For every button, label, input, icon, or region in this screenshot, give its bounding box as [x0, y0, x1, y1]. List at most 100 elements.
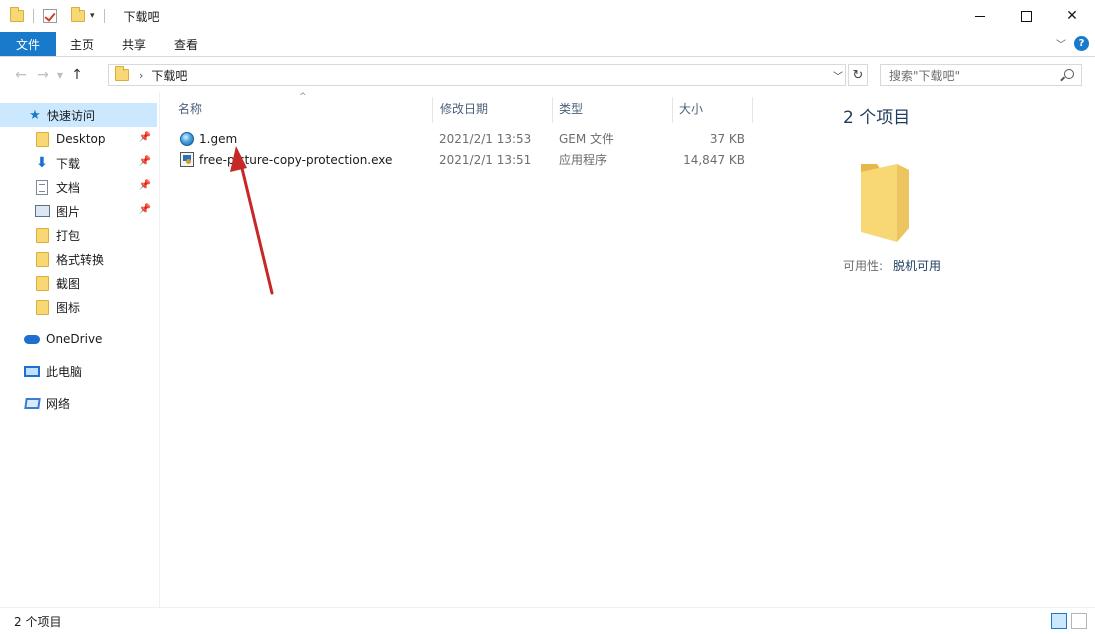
tab-share[interactable]: 共享	[108, 32, 160, 56]
sidebar-item-label: 快速访问	[47, 108, 96, 123]
sidebar-item-label: OneDrive	[46, 332, 103, 346]
sidebar-item-label: 网络	[46, 396, 71, 411]
picture-icon	[34, 203, 50, 219]
toolbar-divider	[33, 9, 34, 23]
sidebar-item-pictures[interactable]: 图片 📌	[0, 199, 157, 223]
navigation-bar: ← → ▼ ↑ › 下载吧 ﹀ ↻ 搜索"下载吧"	[0, 58, 1095, 92]
tab-home[interactable]: 主页	[56, 32, 108, 56]
sidebar-item-desktop[interactable]: Desktop 📌	[0, 127, 157, 151]
file-size: 14,847 KB	[683, 152, 745, 167]
file-type: 应用程序	[559, 153, 608, 167]
cloud-icon	[24, 331, 40, 347]
sidebar-item-label: 图片	[56, 204, 81, 219]
up-arrow-icon[interactable]: ↑	[66, 64, 88, 86]
pin-icon[interactable]: 📌	[139, 204, 151, 215]
quick-access-toolbar: ▾	[0, 0, 114, 32]
address-history-chevron-icon[interactable]: ﹀	[833, 68, 843, 83]
sidebar-item-label: 打包	[56, 228, 81, 243]
sidebar-item-label: 截图	[56, 276, 81, 291]
back-arrow-icon[interactable]: ←	[10, 64, 32, 86]
sidebar-item-label: 格式转换	[56, 252, 105, 267]
folder-icon	[34, 275, 50, 291]
sidebar-item-onedrive[interactable]: OneDrive	[0, 327, 157, 351]
sidebar-item-label: 下载	[56, 156, 81, 171]
expand-ribbon-chevron-icon[interactable]: ﹀	[1056, 36, 1066, 51]
details-view-icon[interactable]	[1051, 613, 1067, 629]
sidebar-item-label: 文档	[56, 180, 81, 195]
file-row[interactable]: 1.gem 2021/2/1 13:53 GEM 文件 37 KB	[160, 128, 770, 149]
column-resize-handle[interactable]	[752, 97, 753, 123]
document-icon	[34, 179, 50, 195]
properties-check-icon[interactable]	[43, 9, 57, 23]
column-header-size[interactable]: 大小	[661, 92, 741, 124]
forward-arrow-icon[interactable]: →	[32, 64, 54, 86]
file-modified: 2021/2/1 13:53	[439, 131, 532, 146]
exe-file-icon	[180, 149, 194, 170]
minimize-button[interactable]	[957, 0, 1003, 32]
pin-icon[interactable]: 📌	[139, 156, 151, 167]
star-icon: ★	[29, 107, 41, 123]
window-controls: ✕	[957, 0, 1095, 32]
navigation-pane: ★ 快速访问 Desktop 📌 ⬇ 下载 📌 文档 📌 图片 📌 打包 格式转…	[0, 92, 160, 607]
window-title: 下载吧	[123, 9, 160, 24]
sidebar-item-screenshots[interactable]: 截图	[0, 271, 157, 295]
file-name[interactable]: free-picture-copy-protection.exe	[199, 149, 392, 170]
sidebar-item-downloads[interactable]: ⬇ 下载 📌	[0, 151, 157, 175]
refresh-button[interactable]: ↻	[848, 64, 868, 86]
customize-toolbar-chevron-icon[interactable]: ▾	[90, 11, 95, 21]
view-toggle	[1051, 613, 1087, 629]
sidebar-item-icons[interactable]: 图标	[0, 295, 157, 319]
availability-value: 脱机可用	[893, 259, 942, 273]
large-folder-icon	[861, 164, 909, 242]
breadcrumb-current[interactable]: 下载吧	[151, 67, 187, 84]
ribbon-right-controls: ﹀ ?	[1056, 36, 1089, 51]
tab-view[interactable]: 查看	[160, 32, 212, 56]
column-header-type[interactable]: 类型	[541, 92, 661, 124]
file-modified: 2021/2/1 13:51	[439, 152, 532, 167]
sidebar-item-pack[interactable]: 打包	[0, 223, 157, 247]
folder-icon	[34, 131, 50, 147]
sidebar-item-label: Desktop	[56, 132, 106, 146]
file-row[interactable]: free-picture-copy-protection.exe 2021/2/…	[160, 149, 770, 170]
ribbon-tabs: 文件 主页 共享 查看 ﹀ ?	[0, 32, 1095, 57]
close-button[interactable]: ✕	[1049, 0, 1095, 32]
column-header-name[interactable]: 名称	[160, 92, 432, 124]
gem-file-icon	[180, 128, 194, 149]
download-arrow-icon: ⬇	[36, 155, 48, 171]
pin-icon[interactable]: 📌	[139, 180, 151, 191]
file-size: 37 KB	[709, 131, 745, 146]
status-bar: 2 个项目	[0, 607, 1095, 634]
computer-icon	[24, 363, 40, 379]
maximize-button[interactable]	[1003, 0, 1049, 32]
recent-locations-chevron-icon[interactable]: ▼	[54, 71, 66, 80]
toolbar-divider	[103, 9, 105, 23]
item-count: 2 个项目	[14, 614, 62, 629]
tab-file[interactable]: 文件	[0, 32, 57, 56]
folder-icon	[10, 7, 24, 22]
folder-icon	[115, 66, 129, 81]
column-header-modified[interactable]: 修改日期	[422, 92, 542, 124]
large-icons-view-icon[interactable]	[1071, 613, 1087, 629]
breadcrumb-chevron-icon[interactable]: ›	[139, 69, 143, 82]
sidebar-item-label: 图标	[56, 300, 81, 315]
details-pane: 2 个项目 可用性: 脱机可用	[823, 92, 1095, 607]
help-icon[interactable]: ?	[1074, 36, 1089, 51]
search-input[interactable]: 搜索"下载吧"	[880, 64, 1082, 86]
file-type: GEM 文件	[559, 132, 615, 146]
sidebar-item-this-pc[interactable]: 此电脑	[0, 359, 157, 383]
new-folder-icon[interactable]	[71, 7, 85, 22]
file-name[interactable]: 1.gem	[199, 128, 237, 149]
search-placeholder: 搜索"下载吧"	[889, 68, 961, 83]
details-title: 2 个项目	[843, 108, 911, 128]
sidebar-item-network[interactable]: 网络	[0, 391, 157, 415]
network-icon	[23, 395, 41, 411]
pin-icon[interactable]: 📌	[139, 132, 151, 143]
sidebar-item-format-convert[interactable]: 格式转换	[0, 247, 157, 271]
address-bar[interactable]: › 下载吧 ﹀	[108, 64, 846, 86]
sidebar-item-documents[interactable]: 文档 📌	[0, 175, 157, 199]
folder-icon	[34, 251, 50, 267]
file-list-header: ^ 名称 修改日期 类型 大小	[160, 92, 820, 124]
folder-icon	[34, 299, 50, 315]
sidebar-item-quick-access[interactable]: ★ 快速访问	[0, 103, 157, 127]
title-bar: ▾ 下载吧 ✕	[0, 0, 1095, 32]
